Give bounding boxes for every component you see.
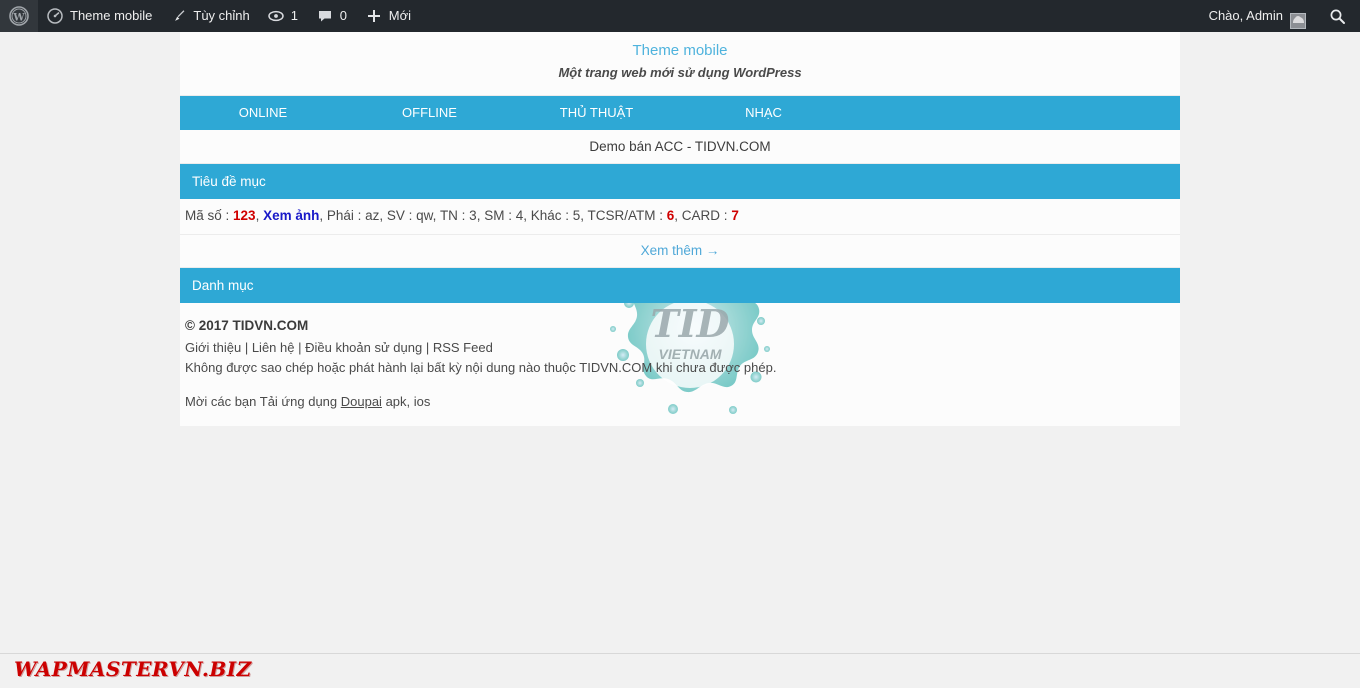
acc-item-details: , Phái : az, SV : qw, TN : 3, SM : 4, Kh… [319,208,663,223]
search-icon [1329,8,1346,25]
dashboard-speedometer-icon [47,8,63,24]
user-avatar-icon [1290,8,1306,29]
customize-label: Tùy chỉnh [193,8,250,23]
site-container: Theme mobile Một trang web mới sử dụng W… [180,32,1180,426]
site-title-link[interactable]: Theme mobile [180,41,1180,61]
footer-link-gioi-thieu[interactable]: Giới thiệu [185,340,241,355]
footer-link-sep-1: | [241,340,252,355]
footer-app-row: Mời các bạn Tải ứng dụng Doupai apk, ios [185,392,1180,412]
my-account-menu[interactable]: Chào, Admin [1200,0,1315,32]
site-tagline: Một trang web mới sử dụng WordPress [558,65,802,80]
read-more-row: Xem thêm → [180,235,1180,268]
section-title-tieu-de-muc: Tiêu đề mục [180,164,1180,199]
primary-navigation: ONLINE OFFLINE THỦ THUẬT NHẠC [180,96,1180,130]
new-content-label: Mới [388,8,411,23]
site-footer: TID VIETNAM © 2017 TIDVN.COM Giới thiệu … [180,303,1180,426]
acc-item-row: Mã số : 123, Xem ảnh, Phái : az, SV : qw… [180,199,1180,235]
nav-item-thuthuat[interactable]: THỦ THUẬT [513,96,680,130]
xem-them-link[interactable]: Xem thêm → [641,243,720,258]
wp-admin-bar: W Theme mobile Tùy chỉnh 1 0 Mới Chào, A… [0,0,1360,32]
footer-app-suffix: apk, ios [381,394,431,409]
bottom-brand-bar: WAPMASTERVN.BIZ [0,653,1360,688]
nav-item-online[interactable]: ONLINE [180,96,346,130]
card-label: , CARD : [674,208,728,223]
footer-app-prefix: Mời các bạn Tải ứng dụng [185,394,341,409]
nav-item-nhac[interactable]: NHẠC [680,96,847,130]
comment-bubble-icon [317,8,333,24]
plus-icon [366,8,382,24]
ma-so-value: 123 [233,208,256,223]
updates-refresh-icon [268,8,284,24]
doupai-download-link[interactable]: Doupai [341,394,382,409]
footer-link-dieu-khoan[interactable]: Điều khoản sử dụng [305,340,422,355]
footer-copy-notice: Không được sao chép hoặc phát hành lại b… [185,360,777,375]
ma-so-label: Mã số : [185,208,230,223]
footer-spacer [185,378,1180,392]
svg-text:W: W [12,13,25,24]
new-content-menu[interactable]: Mới [357,0,420,32]
admin-bar-right-group: Chào, Admin [1200,0,1360,32]
paintbrush-icon [170,8,186,24]
admin-search-button[interactable] [1315,0,1360,32]
nav-item-offline[interactable]: OFFLINE [346,96,513,130]
section-title-danh-muc: Danh mục [180,268,1180,303]
updates-count: 1 [290,8,298,23]
comments-menu[interactable]: 0 [308,0,357,32]
wapmastervn-brand-text: WAPMASTERVN.BIZ [14,657,252,681]
footer-link-sep-3: | [422,340,433,355]
wp-logo-menu[interactable]: W [0,0,38,32]
comments-count: 0 [339,8,347,23]
footer-link-sep-2: | [294,340,306,355]
site-name-label: Theme mobile [70,8,153,23]
site-name-menu[interactable]: Theme mobile [38,0,161,32]
footer-link-lien-he[interactable]: Liên hệ [252,340,295,355]
customize-menu[interactable]: Tùy chỉnh [161,0,258,32]
footer-links-row: Giới thiệu | Liên hệ | Điều khoản sử dụn… [185,338,1180,358]
demo-banner: Demo bán ACC - TIDVN.COM [180,130,1180,164]
updates-menu[interactable]: 1 [259,0,308,32]
footer-copyright: © 2017 TIDVN.COM [185,318,309,333]
ma-so-separator: , [255,208,260,223]
xem-anh-link[interactable]: Xem ảnh [263,208,319,223]
site-header: Theme mobile Một trang web mới sử dụng W… [180,32,1180,96]
wordpress-logo-icon: W [9,6,29,26]
card-value: 7 [731,208,739,223]
howdy-label: Chào, Admin [1208,8,1283,23]
footer-link-rss-feed[interactable]: RSS Feed [433,340,493,355]
admin-bar-spacer [420,0,1200,32]
